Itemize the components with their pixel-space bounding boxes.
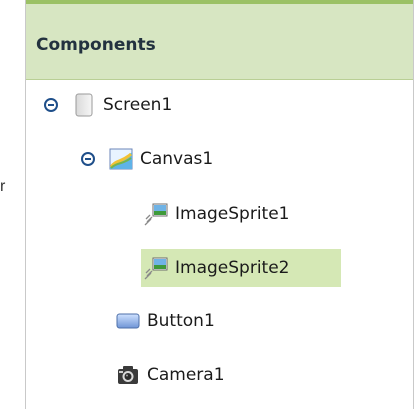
designer-view: r Components Screen1 Canvas1 ImageSprite… (0, 0, 414, 409)
collapse-toggle-icon[interactable] (81, 152, 95, 166)
tree-item-screen1[interactable]: Screen1 (44, 86, 374, 124)
components-header: Components (26, 4, 413, 80)
components-title: Components (36, 35, 156, 55)
collapse-toggle-icon[interactable] (44, 98, 58, 112)
image-sprite-icon (144, 203, 168, 226)
tree-item-label: ImageSprite1 (175, 204, 290, 224)
tree-item-canvas1[interactable]: Canvas1 (81, 140, 371, 178)
canvas-icon (109, 148, 133, 170)
tree-item-imagesprite1[interactable]: ImageSprite1 (144, 195, 344, 233)
button-icon (116, 313, 140, 329)
camera-icon (118, 366, 138, 384)
tree-item-label: Camera1 (147, 365, 225, 385)
screen-icon (75, 93, 93, 117)
tree-item-label: ImageSprite2 (175, 258, 290, 278)
image-sprite-icon (144, 257, 168, 280)
tree-item-label: Canvas1 (140, 149, 214, 169)
tree-item-button1[interactable]: Button1 (116, 302, 336, 340)
tree-item-label: Screen1 (103, 95, 173, 115)
tree-item-imagesprite2[interactable]: ImageSprite2 (141, 249, 341, 287)
tree-item-label: Button1 (147, 311, 215, 331)
viewer-edge-text: r (0, 178, 6, 195)
tree-item-camera1[interactable]: Camera1 (116, 356, 336, 394)
components-panel: Components Screen1 Canvas1 ImageSprite1 … (25, 0, 414, 409)
